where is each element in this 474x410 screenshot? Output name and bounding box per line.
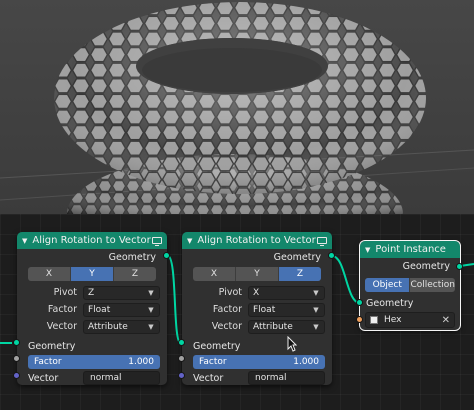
factor-slider[interactable]: Factor 1.000 [193, 355, 325, 369]
node-collapse-chevron-icon[interactable]: ▼ [187, 237, 192, 245]
node-title: Align Rotation to Vector [197, 235, 316, 246]
input-geometry-row: Geometry [182, 338, 332, 354]
axis-x-button[interactable]: X [28, 267, 71, 281]
instance-collection-button[interactable]: Collection [410, 278, 455, 292]
vector-attribute-field[interactable]: normal [248, 371, 325, 385]
output-geometry-label: Geometry [108, 251, 156, 263]
vector-input-label: Vector [28, 373, 59, 384]
node-header[interactable]: ▼ Align Rotation to Vector [17, 232, 167, 249]
instance-type-toggle[interactable]: Object Collection [365, 278, 455, 292]
node2-vector-input-socket[interactable] [178, 372, 185, 379]
vector-input-label: Vector [193, 373, 224, 384]
align-rotation-node-1[interactable]: ▼ Align Rotation to Vector Geometry X Y … [17, 232, 167, 385]
vector-type-label: Vector [46, 321, 77, 332]
input-geometry-row: Geometry [360, 295, 460, 311]
pivot-label: Pivot [53, 287, 77, 298]
factor-slider-label: Factor [199, 357, 227, 367]
dropdown-chevron-icon: ▼ [313, 323, 319, 331]
dropdown-chevron-icon: ▼ [148, 323, 154, 331]
axis-y-button[interactable]: Y [236, 267, 279, 281]
node1-geometry-output-socket[interactable] [163, 252, 170, 259]
output-geometry-row: Geometry [360, 258, 460, 274]
node1-factor-input-socket[interactable] [13, 355, 20, 362]
vector-type-label: Vector [211, 321, 242, 332]
node-collapse-chevron-icon[interactable]: ▼ [22, 237, 27, 245]
output-geometry-row: Geometry [17, 249, 167, 265]
mouse-cursor-icon [287, 336, 297, 352]
input-geometry-label: Geometry [366, 297, 414, 309]
vector-attribute-field[interactable]: normal [83, 371, 160, 385]
factor-type-label: Factor [47, 304, 77, 315]
output-geometry-row: Geometry [182, 249, 332, 265]
node3-geometry-output-socket[interactable] [456, 263, 463, 270]
pivot-label: Pivot [218, 287, 242, 298]
axis-z-button[interactable]: Z [279, 267, 321, 281]
clear-x-icon[interactable]: ✕ [442, 315, 450, 326]
instance-object-button[interactable]: Object [365, 278, 411, 292]
axis-toggle[interactable]: X Y Z [28, 267, 156, 281]
node3-geometry-input-socket[interactable] [356, 299, 363, 306]
output-geometry-label: Geometry [273, 251, 321, 263]
vector-type-dropdown[interactable]: Attribute ▼ [83, 320, 160, 334]
vector-attribute-value: normal [90, 373, 122, 383]
object-picker[interactable]: Hex ✕ [365, 312, 455, 328]
factor-type-value: Float [88, 305, 111, 315]
factor-slider-value: 1.000 [128, 357, 154, 367]
factor-type-dropdown[interactable]: Float ▼ [248, 303, 325, 317]
node1-vector-input-socket[interactable] [13, 372, 20, 379]
axis-toggle[interactable]: X Y Z [193, 267, 321, 281]
pivot-dropdown[interactable]: Z ▼ [83, 286, 160, 300]
node3-object-input-socket[interactable] [356, 316, 363, 323]
vector-type-value: Attribute [88, 322, 128, 332]
pivot-dropdown[interactable]: X ▼ [248, 286, 325, 300]
point-instance-node[interactable]: ▼ Point Instance Geometry Object Collect… [359, 240, 461, 331]
3d-viewport[interactable] [0, 0, 474, 214]
dropdown-chevron-icon: ▼ [148, 306, 154, 314]
node-title: Align Rotation to Vector [32, 235, 151, 246]
pivot-value: X [253, 288, 260, 298]
node-collapse-chevron-icon[interactable]: ▼ [365, 246, 370, 254]
object-picker-value: Hex [384, 315, 402, 325]
factor-slider-label: Factor [34, 357, 62, 367]
input-geometry-label: Geometry [28, 340, 76, 352]
axis-z-button[interactable]: Z [114, 267, 156, 281]
factor-type-label: Factor [212, 304, 242, 315]
align-rotation-node-2[interactable]: ▼ Align Rotation to Vector Geometry X Y … [182, 232, 332, 385]
input-geometry-label: Geometry [193, 340, 241, 352]
node1-geometry-input-socket[interactable] [13, 339, 20, 346]
vector-attribute-value: normal [255, 373, 287, 383]
object-square-icon [370, 316, 378, 324]
axis-x-button[interactable]: X [193, 267, 236, 281]
vector-type-dropdown[interactable]: Attribute ▼ [248, 320, 325, 334]
node2-factor-input-socket[interactable] [178, 355, 185, 362]
factor-type-dropdown[interactable]: Float ▼ [83, 303, 160, 317]
node-header[interactable]: ▼ Align Rotation to Vector [182, 232, 332, 249]
factor-type-value: Float [253, 305, 276, 315]
node-editor[interactable]: ▼ Align Rotation to Vector Geometry X Y … [0, 214, 474, 410]
axis-y-button[interactable]: Y [71, 267, 114, 281]
output-geometry-label: Geometry [402, 260, 450, 272]
node-preview-screen-icon[interactable] [152, 237, 162, 246]
dropdown-chevron-icon: ▼ [313, 289, 319, 297]
torus-render [0, 0, 474, 214]
factor-slider-value: 1.000 [293, 357, 319, 367]
node2-geometry-input-socket[interactable] [178, 339, 185, 346]
node-preview-screen-icon[interactable] [317, 237, 327, 246]
dropdown-chevron-icon: ▼ [148, 289, 154, 297]
node-title: Point Instance [375, 244, 446, 255]
factor-slider[interactable]: Factor 1.000 [28, 355, 160, 369]
node2-geometry-output-socket[interactable] [328, 252, 335, 259]
node-header[interactable]: ▼ Point Instance [360, 241, 460, 258]
pivot-value: Z [88, 288, 95, 298]
dropdown-chevron-icon: ▼ [313, 306, 319, 314]
vector-type-value: Attribute [253, 322, 293, 332]
input-geometry-row: Geometry [17, 338, 167, 354]
